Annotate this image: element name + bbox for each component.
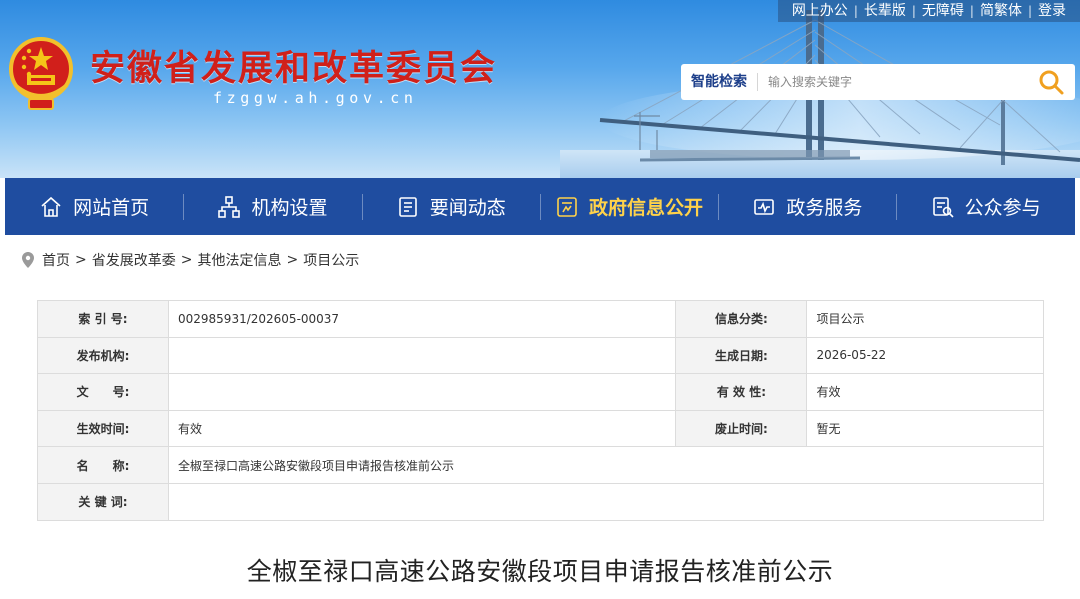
nav-item-services[interactable]: 政务服务 — [718, 178, 896, 235]
validity-value: 有效 — [806, 373, 1044, 411]
login-link[interactable]: 登录 — [1032, 0, 1072, 22]
home-icon — [41, 196, 61, 217]
page: 网上办公 | 长辈版 | 无障碍 | 简繁体 | 登录 安徽省发展和改革委员会 … — [0, 0, 1080, 599]
site-title: 安徽省发展和改革委员会 — [90, 49, 498, 89]
table-row: 索 引 号: 002985931/202605-00037 信息分类: 项目公示 — [37, 300, 1044, 338]
top-utility-bar: 网上办公 | 长辈版 | 无障碍 | 简繁体 | 登录 — [777, 0, 1080, 22]
nav-item-participation[interactable]: 公众参与 — [896, 178, 1074, 235]
org-chart-icon — [218, 195, 241, 218]
index-no-label: 索 引 号: — [37, 300, 169, 338]
nav-item-news[interactable]: 要闻动态 — [361, 178, 540, 235]
separator: | — [853, 4, 858, 18]
breadcrumb-ndrc[interactable]: 省发展改革委 — [92, 250, 176, 270]
separator: | — [969, 4, 974, 18]
breadcrumb-project-notice[interactable]: 项目公示 — [303, 250, 359, 270]
date-value: 2026-05-22 — [806, 336, 1044, 375]
nav-label: 网站首页 — [73, 197, 150, 219]
info-disclosure-icon — [557, 196, 577, 217]
expiry-value: 暂无 — [806, 409, 1044, 448]
search-bar: 智能检索 — [681, 64, 1075, 100]
breadcrumb-home[interactable]: 首页 — [42, 250, 70, 270]
index-no-value: 002985931/202605-00037 — [167, 300, 677, 338]
table-row: 关 键 词: — [37, 482, 1044, 521]
table-row: 发布机构: 生成日期: 2026-05-22 — [37, 336, 1044, 375]
nav-label: 政府信息公开 — [589, 197, 704, 219]
nav-item-home[interactable]: 网站首页 — [5, 178, 183, 235]
name-label: 名 称: — [37, 446, 169, 484]
effective-value: 有效 — [167, 409, 677, 448]
breadcrumb-separator: > — [180, 252, 193, 268]
publisher-label: 发布机构: — [37, 336, 169, 375]
location-pin-icon — [22, 252, 34, 268]
name-value: 全椒至禄口高速公路安徽段项目申请报告核准前公示 — [168, 446, 1044, 484]
effective-label: 生效时间: — [37, 409, 169, 448]
service-icon — [754, 198, 775, 215]
news-icon — [398, 196, 417, 217]
nav-item-info-disclosure[interactable]: 政府信息公开 — [539, 178, 718, 235]
category-label: 信息分类: — [675, 300, 808, 338]
table-row: 文 号: 有 效 性: 有效 — [37, 373, 1044, 411]
header-banner: 网上办公 | 长辈版 | 无障碍 | 简繁体 | 登录 安徽省发展和改革委员会 … — [0, 0, 1080, 178]
simplified-traditional-link[interactable]: 简繁体 — [974, 0, 1028, 22]
date-label: 生成日期: — [675, 336, 808, 375]
accessibility-link[interactable]: 无障碍 — [916, 0, 970, 22]
separator: | — [911, 4, 916, 18]
category-value: 项目公示 — [806, 300, 1044, 338]
article-title: 全椒至禄口高速公路安徽段项目申请报告核准前公示 — [246, 557, 834, 586]
breadcrumb-separator: > — [75, 252, 87, 268]
expiry-label: 废止时间: — [675, 409, 808, 448]
separator: | — [1027, 4, 1032, 18]
publisher-value — [167, 336, 677, 375]
national-emblem-icon — [9, 37, 73, 110]
breadcrumb-separator: > — [286, 252, 299, 268]
doc-no-label: 文 号: — [37, 373, 169, 411]
nav-label: 机构设置 — [251, 197, 328, 219]
table-row: 生效时间: 有效 废止时间: 暂无 — [37, 409, 1044, 448]
validity-label: 有 效 性: — [675, 373, 808, 411]
keywords-label: 关 键 词: — [37, 482, 169, 521]
breadcrumb-other-info[interactable]: 其他法定信息 — [197, 250, 281, 270]
doc-no-value — [167, 373, 677, 411]
elder-mode-link[interactable]: 长辈版 — [858, 0, 912, 22]
document-metadata-table: 索 引 号: 002985931/202605-00037 信息分类: 项目公示… — [37, 300, 1044, 521]
search-input[interactable] — [768, 67, 1018, 97]
search-label: 智能检索 — [681, 73, 758, 91]
nav-label: 要闻动态 — [429, 197, 506, 219]
main-nav: 网站首页 机构设置 要闻动态 政府信息公开 政务服务 公众参与 — [5, 178, 1075, 235]
breadcrumb: 首页 > 省发展改革委 > 其他法定信息 > 项目公示 — [22, 250, 359, 270]
nav-label: 公众参与 — [964, 197, 1041, 219]
nav-label: 政务服务 — [786, 197, 863, 219]
keywords-value — [168, 482, 1044, 521]
participation-icon — [932, 196, 954, 218]
table-row: 名 称: 全椒至禄口高速公路安徽段项目申请报告核准前公示 — [37, 446, 1044, 484]
online-office-link[interactable]: 网上办公 — [786, 0, 854, 22]
site-domain: fzggw.ah.gov.cn — [213, 89, 418, 107]
nav-item-organization[interactable]: 机构设置 — [183, 178, 361, 235]
search-icon[interactable] — [1037, 68, 1065, 96]
